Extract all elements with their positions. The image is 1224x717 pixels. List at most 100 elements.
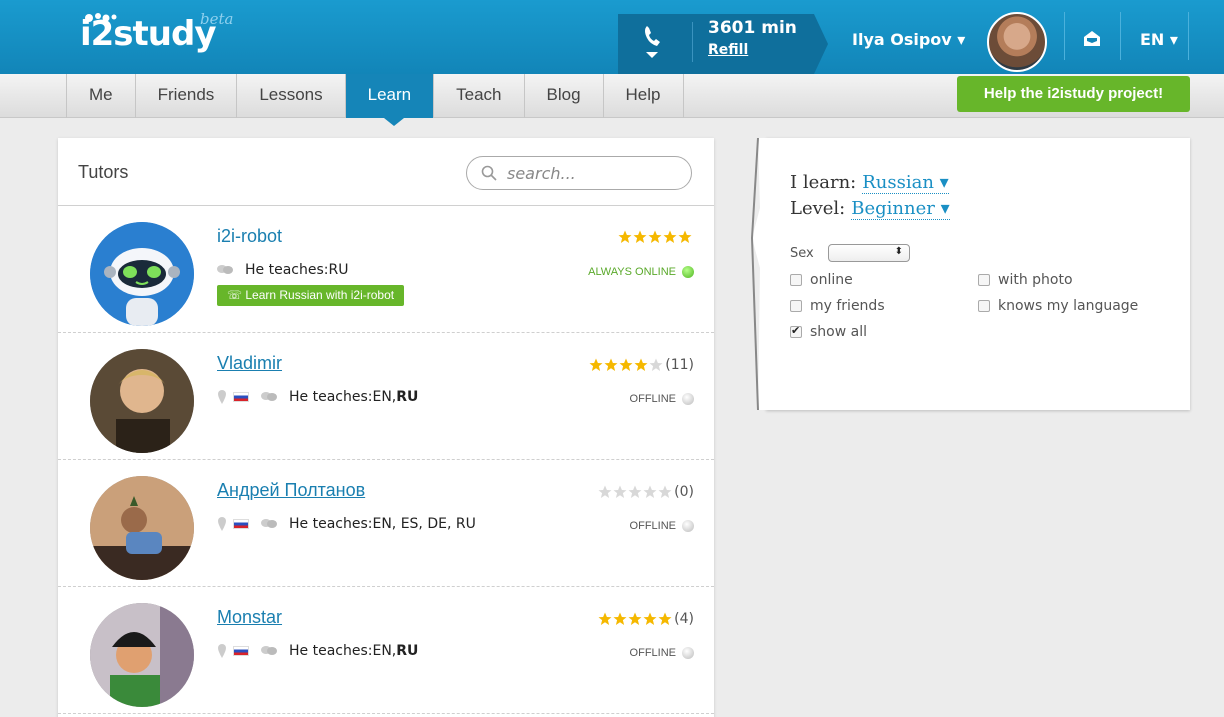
star-filled-icon: [648, 230, 662, 243]
teaches-line: He teaches: EN, RU: [217, 389, 418, 405]
logo[interactable]: i2study beta: [80, 10, 233, 64]
divider: [692, 22, 693, 62]
status: OFFLINE: [630, 393, 694, 405]
phone-icon: ☏: [227, 288, 246, 302]
tutor-name[interactable]: Vladimir: [217, 353, 282, 374]
speech-bubbles-icon: [261, 392, 277, 401]
tab-me[interactable]: Me: [66, 74, 135, 118]
teaches-languages: EN,: [372, 389, 397, 405]
offline-dot-icon: [682, 647, 694, 659]
search-input[interactable]: [507, 162, 683, 184]
teaches-line: He teaches: RU: [217, 262, 348, 278]
status-text: OFFLINE: [629, 520, 676, 532]
teaches-languages: EN,: [372, 643, 397, 659]
tab-teach[interactable]: Teach: [433, 74, 523, 118]
top-header: i2study beta 3601 min Refill Ilya Osipov…: [0, 0, 1224, 74]
teaches-languages: EN, ES, DE, RU: [372, 516, 476, 532]
tutor-avatar[interactable]: [90, 222, 194, 326]
tutor-avatar[interactable]: [90, 349, 194, 453]
speech-bubbles-icon: [261, 646, 277, 655]
tutor-row: i2i-robot He teaches: RU ☏ Learn Russian…: [58, 206, 714, 333]
search-icon: [481, 165, 497, 181]
status: ALWAYS ONLINE: [588, 266, 694, 278]
logo-dots-icon: [85, 13, 117, 22]
tab-help[interactable]: Help: [602, 74, 684, 118]
divider: [1188, 12, 1189, 60]
messages-icon[interactable]: [1082, 30, 1102, 48]
star-empty-icon: [649, 358, 663, 371]
tab-lessons[interactable]: Lessons: [236, 74, 344, 118]
tab-blog[interactable]: Blog: [523, 74, 603, 118]
tab-friends[interactable]: Friends: [134, 74, 237, 118]
star-filled-icon: [618, 230, 632, 243]
teaches-native: RU: [396, 389, 419, 405]
star-filled-icon: [634, 358, 648, 371]
teaches-native: RU: [396, 643, 419, 659]
my-friends-checkbox[interactable]: [790, 300, 802, 312]
language-selector[interactable]: EN ▾: [1140, 30, 1178, 49]
star-filled-icon: [678, 230, 692, 243]
sex-select[interactable]: ⬍: [828, 244, 910, 262]
star-filled-icon: [643, 612, 657, 625]
tutor-name[interactable]: Андрей Полтанов: [217, 480, 365, 501]
help-project-button[interactable]: Help the i2istudy project!: [957, 76, 1190, 112]
tutor-avatar[interactable]: [90, 476, 194, 580]
rating-count: (0): [674, 484, 694, 500]
tutor-row: Андрей Полтанов He teaches: EN, ES, DE, …: [58, 460, 714, 587]
checkbox-label: knows my language: [998, 298, 1139, 314]
star-filled-icon: [658, 612, 672, 625]
rating: (11): [588, 357, 694, 373]
teaches-prefix: He teaches:: [245, 262, 329, 278]
phone-icon[interactable]: [640, 22, 664, 62]
filter-online[interactable]: online: [790, 272, 853, 288]
teaches-prefix: He teaches:: [289, 516, 373, 532]
online-dot-icon: [682, 266, 694, 278]
filter-my-friends[interactable]: my friends: [790, 298, 885, 314]
teaches-prefix: He teaches:: [289, 643, 373, 659]
status-text: OFFLINE: [629, 647, 676, 659]
learn-with-robot-button[interactable]: ☏ Learn Russian with i2i-robot: [217, 285, 405, 306]
russia-flag-icon: [233, 646, 249, 656]
tutor-row: Monstar He teaches: EN, RU (4) OFFLINE: [58, 587, 714, 714]
online-checkbox[interactable]: [790, 274, 802, 286]
sex-label: Sex: [790, 246, 814, 261]
tutor-row: Vladimir He teaches: EN, RU (11) OFFLINE: [58, 333, 714, 460]
with-photo-checkbox[interactable]: [978, 274, 990, 286]
tutor-name[interactable]: i2i-robot: [217, 226, 282, 247]
avatar[interactable]: [987, 12, 1047, 72]
star-empty-icon: [613, 485, 627, 498]
rating-count: (11): [665, 357, 694, 373]
filter-panel: I learn: Russian ▾ Level: Beginner ▾ Sex ⬍…: [750, 138, 1190, 410]
filter-with-photo[interactable]: with photo: [978, 272, 1073, 288]
tab-learn[interactable]: Learn: [344, 74, 434, 126]
search-box[interactable]: [466, 156, 692, 190]
offline-dot-icon: [682, 393, 694, 405]
tutors-header: Tutors: [58, 138, 714, 206]
checkbox-label: show all: [810, 324, 867, 340]
status: OFFLINE: [630, 520, 694, 532]
refill-link[interactable]: Refill: [708, 42, 748, 58]
learn-language-dropdown[interactable]: Russian ▾: [862, 172, 949, 194]
tutor-name[interactable]: Monstar: [217, 607, 282, 628]
main-nav: Me Friends Lessons Learn Teach Blog Help…: [0, 74, 1224, 126]
panel-title: Tutors: [78, 162, 129, 182]
checkbox-label: with photo: [998, 272, 1073, 288]
star-filled-icon: [613, 612, 627, 625]
nav-tabs: Me Friends Lessons Learn Teach Blog Help: [66, 74, 684, 126]
rating: (4): [597, 611, 694, 627]
teaches-prefix: He teaches:: [289, 389, 373, 405]
show-all-checkbox[interactable]: [790, 324, 802, 338]
star-rating: [588, 358, 663, 372]
level-dropdown[interactable]: Beginner ▾: [851, 198, 950, 220]
level-row: Level: Beginner ▾: [790, 198, 950, 220]
status: OFFLINE: [630, 647, 694, 659]
star-filled-icon: [663, 230, 677, 243]
user-menu[interactable]: Ilya Osipov ▾: [852, 30, 965, 49]
filter-knows-my-language[interactable]: knows my language: [978, 298, 1138, 314]
location-pin-icon: [218, 644, 226, 658]
knows-language-checkbox[interactable]: [978, 300, 990, 312]
learn-language-row: I learn: Russian ▾: [790, 172, 949, 194]
teaches-line: He teaches: EN, ES, DE, RU: [217, 516, 476, 532]
filter-show-all[interactable]: show all: [790, 324, 867, 340]
tutor-avatar[interactable]: [90, 603, 194, 707]
